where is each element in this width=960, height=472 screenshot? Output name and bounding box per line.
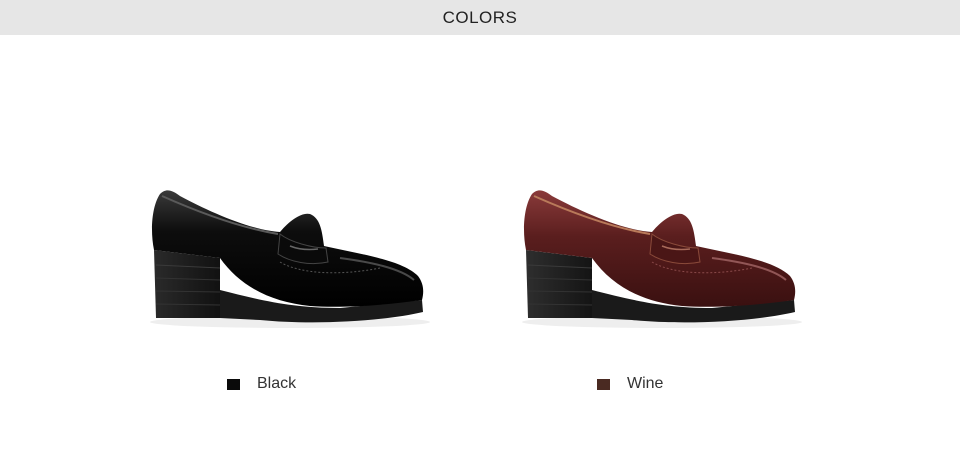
color-label-wine: Wine (627, 375, 664, 392)
color-option-black[interactable]: Black (227, 373, 296, 395)
black-loafer-image[interactable] (140, 150, 440, 350)
wine-swatch (597, 378, 610, 390)
color-option-wine[interactable]: Wine (597, 373, 663, 395)
color-label-black: Black (257, 375, 297, 392)
colors-header-bar: COLORS (0, 0, 960, 35)
section-title: COLORS (442, 7, 518, 27)
wine-loafer-image[interactable] (512, 150, 812, 350)
black-swatch (227, 378, 240, 390)
